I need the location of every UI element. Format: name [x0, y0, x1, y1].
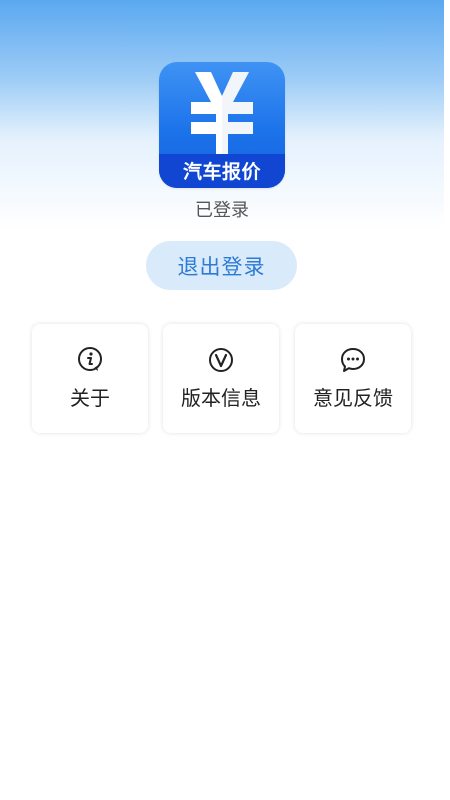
feedback-label: 意见反馈: [313, 386, 393, 410]
version-icon: [163, 346, 279, 374]
login-status: 已登录: [195, 200, 249, 221]
logout-button[interactable]: 退出登录: [146, 241, 297, 290]
version-label: 版本信息: [181, 386, 261, 410]
about-label: 关于: [70, 386, 110, 410]
chat-bubble-icon: [295, 346, 411, 374]
screen-edge: [444, 0, 450, 800]
app-logo-label: 汽车报价: [182, 161, 261, 183]
version-card[interactable]: 版本信息: [163, 324, 279, 433]
app-logo: 汽车报价: [159, 62, 285, 188]
about-card[interactable]: 关于: [32, 324, 148, 433]
feedback-card[interactable]: 意见反馈: [295, 324, 411, 433]
info-icon: [32, 346, 148, 374]
